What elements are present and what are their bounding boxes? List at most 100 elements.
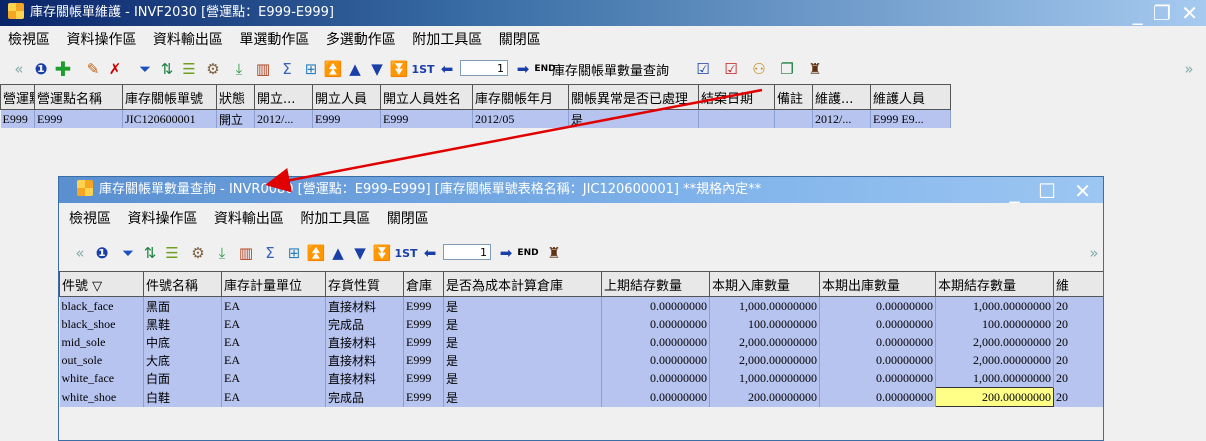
copy-icon[interactable]: ❐ <box>776 58 798 80</box>
list-icon[interactable]: ☰ <box>161 242 183 264</box>
col-header[interactable]: 狀態 <box>216 84 255 110</box>
grid-icon[interactable]: ⊞ <box>283 242 305 264</box>
chart-icon[interactable]: ▥ <box>235 242 257 264</box>
col-header[interactable]: 維護... <box>812 84 871 110</box>
user-icon[interactable]: ⚇ <box>748 58 770 80</box>
table-row[interactable]: white_shoe 白鞋 EA 完成品 E999 是 0.00000000 2… <box>59 387 1103 407</box>
col-header[interactable]: 開立人員姓名 <box>380 84 473 110</box>
first-record-icon[interactable]: « <box>69 242 91 264</box>
add-record-icon[interactable]: ✚ <box>52 58 74 80</box>
col-header[interactable]: 是否為成本計算倉庫 <box>443 271 602 297</box>
menu-single-actions[interactable]: 單選動作區 <box>239 32 309 48</box>
list-icon[interactable]: ☰ <box>178 58 200 80</box>
col-header[interactable]: 庫存關帳單號 <box>122 84 217 110</box>
menu-multi-actions[interactable]: 多選動作區 <box>326 32 396 48</box>
menu-data-ops[interactable]: 資料操作區 <box>66 32 136 48</box>
move-up-icon[interactable]: ▲ <box>327 242 349 264</box>
col-header[interactable]: 庫存計量單位 <box>221 271 326 297</box>
sum-icon[interactable]: Σ <box>259 242 281 264</box>
cell: E999 <box>380 109 473 128</box>
info-icon[interactable]: ❶ <box>91 242 113 264</box>
info-icon[interactable]: ❶ <box>30 58 52 80</box>
table-row[interactable]: black_shoe 黑鞋 EA 完成品 E999 是 0.00000000 1… <box>59 315 1103 333</box>
export-icon[interactable]: ⤓ <box>211 242 233 264</box>
last-record-icon[interactable]: » <box>1178 58 1200 80</box>
table-row[interactable]: mid_sole 中底 EA 直接材料 E999 是 0.00000000 2,… <box>59 333 1103 351</box>
col-header[interactable]: 開立人員 <box>312 84 381 110</box>
go-bottom-icon[interactable]: ⏬ <box>388 58 410 80</box>
filter-icon[interactable]: ⏷ <box>117 242 139 264</box>
go-bottom-icon[interactable]: ⏬ <box>371 242 393 264</box>
col-header[interactable]: 庫存關帳年月 <box>472 84 569 110</box>
go-top-icon[interactable]: ⏫ <box>305 242 327 264</box>
col-header[interactable]: 結案日期 <box>698 84 775 110</box>
move-down-icon[interactable]: ▼ <box>366 58 388 80</box>
move-down-icon[interactable]: ▼ <box>349 242 371 264</box>
move-up-icon[interactable]: ▲ <box>344 58 366 80</box>
last-record-icon[interactable]: » <box>1083 242 1103 264</box>
col-header[interactable]: 倉庫 <box>403 271 444 297</box>
table-row[interactable]: black_face 黑面 EA 直接材料 E999 是 0.00000000 … <box>59 296 1103 315</box>
page-number-input[interactable]: 1 <box>443 244 491 260</box>
delete-icon[interactable]: ✗ <box>104 58 126 80</box>
first-page-icon[interactable]: 1ST <box>394 242 417 264</box>
exit-person-icon[interactable]: ♜ <box>543 242 565 264</box>
grid-icon[interactable]: ⊞ <box>300 58 322 80</box>
col-header[interactable]: 本期出庫數量 <box>819 271 936 297</box>
go-top-icon[interactable]: ⏫ <box>322 58 344 80</box>
first-page-icon[interactable]: 1ST <box>411 58 434 80</box>
menu-close[interactable]: 關閉區 <box>499 32 541 48</box>
first-record-icon[interactable]: « <box>8 58 30 80</box>
table-row[interactable]: out_sole 大底 EA 直接材料 E999 是 0.00000000 2,… <box>59 351 1103 369</box>
inventory-close-qty-query-button[interactable]: 庫存關帳單數量查詢 <box>552 60 669 79</box>
sort-icon[interactable]: ⇅ <box>156 58 178 80</box>
menu-extra-tools[interactable]: 附加工具區 <box>300 211 370 227</box>
col-header[interactable]: 關帳異常是否已處理 <box>568 84 699 110</box>
tools-icon[interactable]: ⚙ <box>187 242 209 264</box>
col-header-part-no[interactable]: 件號 ▽ <box>59 271 144 297</box>
col-header[interactable]: 本期入庫數量 <box>709 271 820 297</box>
menu-close[interactable]: 關閉區 <box>387 211 429 227</box>
col-header[interactable]: 件號名稱 <box>143 271 222 297</box>
menu-view[interactable]: 檢視區 <box>8 32 50 48</box>
col-header[interactable]: 備註 <box>774 84 813 110</box>
edit-pencil-icon[interactable]: ✎ <box>82 58 104 80</box>
check-red-icon[interactable]: ☑ <box>720 58 742 80</box>
export-icon[interactable]: ⤓ <box>228 58 250 80</box>
menu-view[interactable]: 檢視區 <box>69 211 111 227</box>
inner-window-controls[interactable]: _ ☐ ✕ <box>1010 178 1097 204</box>
menu-data-output[interactable]: 資料輸出區 <box>214 211 284 227</box>
menu-data-ops[interactable]: 資料操作區 <box>127 211 197 227</box>
exit-person-icon[interactable]: ♜ <box>804 58 826 80</box>
col-header[interactable]: 存貨性質 <box>325 271 404 297</box>
table-row[interactable]: white_face 白面 EA 直接材料 E999 是 0.00000000 … <box>59 369 1103 388</box>
inner-window: 庫存關帳單數量查詢 - INVR0080 [營運點：E999-E999] [庫存… <box>58 176 1104 441</box>
menu-extra-tools[interactable]: 附加工具區 <box>412 32 482 48</box>
cell: 1,000.00000000 <box>709 369 820 388</box>
col-header[interactable]: 上期結存數量 <box>601 271 710 297</box>
end-page-icon[interactable]: END <box>517 242 539 264</box>
chart-icon[interactable]: ▥ <box>252 58 274 80</box>
table-row[interactable]: E999 E999 JIC120600001 開立 2012/... E999 … <box>0 109 951 128</box>
cell: 是 <box>443 333 602 351</box>
window-controls[interactable]: _ ❐ ✕ <box>1133 2 1200 24</box>
col-header[interactable]: 維 <box>1053 271 1103 297</box>
page-number-input[interactable]: 1 <box>460 60 508 76</box>
next-page-icon[interactable]: ➡ <box>512 58 534 80</box>
prev-page-icon[interactable]: ⬅ <box>436 58 458 80</box>
col-header[interactable]: 營運點名稱 <box>34 84 123 110</box>
filter-icon[interactable]: ⏷ <box>134 58 156 80</box>
inner-toolbar: « ❶ ⏷ ⇅ ☰ ⚙ ⤓ ▥ Σ ⊞ ⏫ ▲ ▼ ⏬ 1ST ⬅ 1 ➡ EN… <box>59 239 1103 265</box>
col-header[interactable]: 本期結存數量 <box>935 271 1054 297</box>
sum-icon[interactable]: Σ <box>276 58 298 80</box>
col-header[interactable]: 維護人員 <box>870 84 951 110</box>
menu-data-output[interactable]: 資料輸出區 <box>153 32 223 48</box>
selected-cell[interactable]: 200.00000000 <box>935 387 1054 407</box>
sort-icon[interactable]: ⇅ <box>139 242 161 264</box>
col-header[interactable]: 營運點 <box>0 84 35 110</box>
col-header[interactable]: 開立... <box>254 84 313 110</box>
next-page-icon[interactable]: ➡ <box>495 242 517 264</box>
prev-page-icon[interactable]: ⬅ <box>419 242 441 264</box>
check-icon[interactable]: ☑ <box>692 58 714 80</box>
tools-icon[interactable]: ⚙ <box>202 58 224 80</box>
